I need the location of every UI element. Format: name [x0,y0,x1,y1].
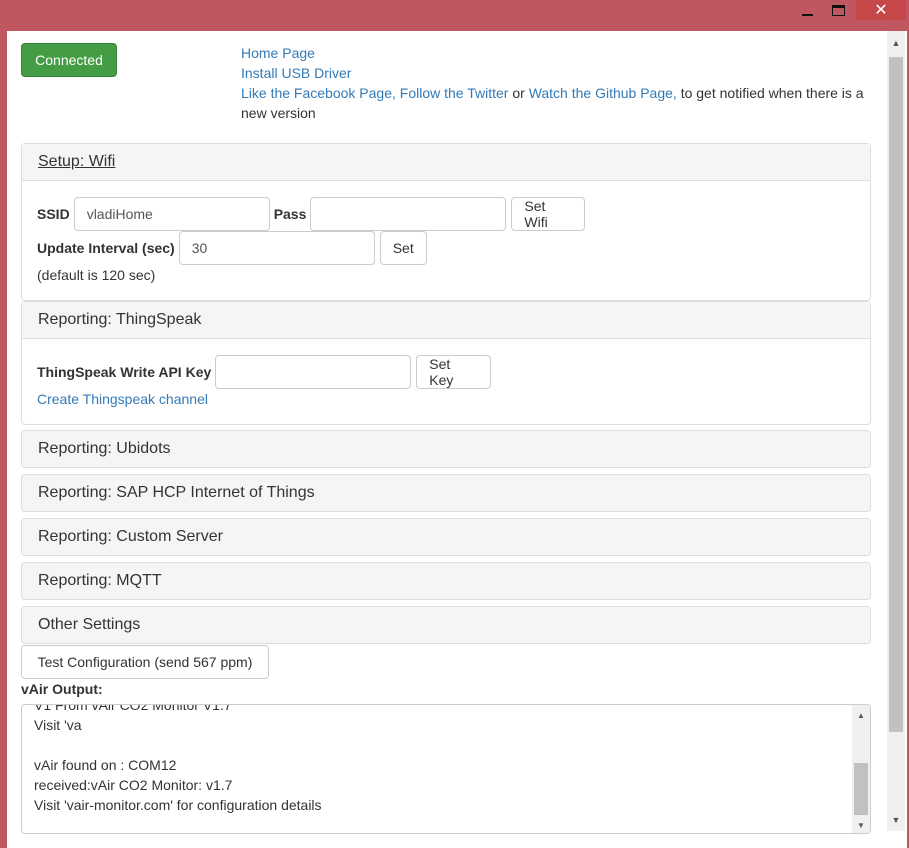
pass-label: Pass [273,206,307,222]
page-scroll-up-icon[interactable]: ▲ [887,35,905,51]
other-settings-panel-header[interactable]: Other Settings [22,607,870,643]
ssid-label: SSID [37,206,70,222]
output-textarea[interactable]: V1 From vAir CO2 Monitor V1.7 Visit 'va … [21,704,871,834]
test-configuration-button[interactable]: Test Configuration (send 567 ppm) [21,645,269,679]
output-label: vAir Output: [21,681,103,697]
set-key-button[interactable]: Set Key [416,355,492,389]
ubidots-panel[interactable]: Reporting: Ubidots [21,430,871,468]
minimize-button[interactable] [792,0,822,20]
thingspeak-api-key-label: ThingSpeak Write API Key [37,364,212,380]
update-interval-input[interactable] [178,231,375,265]
thingspeak-panel-title: Reporting: ThingSpeak [38,311,202,328]
output-scroll-down-icon[interactable]: ▼ [852,817,870,833]
custom-server-panel[interactable]: Reporting: Custom Server [21,518,871,556]
page-scroll-down-icon[interactable]: ▼ [887,812,905,828]
custom-server-panel-title: Reporting: Custom Server [38,528,223,545]
page-scrollbar[interactable]: ▲ ▼ [887,31,905,831]
wifi-panel: Setup: Wifi SSID Pass Set Wifi Update In… [21,143,871,301]
mqtt-panel[interactable]: Reporting: MQTT [21,562,871,600]
update-interval-label: Update Interval (sec) [37,240,175,256]
pass-input[interactable] [310,197,507,231]
thingspeak-api-key-input[interactable] [215,355,412,389]
create-thingspeak-channel-link[interactable]: Create Thingspeak channel [37,391,208,407]
mqtt-panel-header[interactable]: Reporting: MQTT [22,563,870,599]
thingspeak-panel: Reporting: ThingSpeak ThingSpeak Write A… [21,301,871,425]
ubidots-panel-title: Reporting: Ubidots [38,440,171,457]
page-scroll-thumb[interactable] [889,57,903,732]
facebook-link[interactable]: Like the Facebook Page, [241,85,396,101]
wifi-panel-header[interactable]: Setup: Wifi [22,144,870,181]
app-client-area: Connected Home Page Install USB Driver L… [7,31,907,848]
set-interval-button[interactable]: Set [379,231,427,265]
minimize-icon [801,13,813,16]
output-scrollbar[interactable]: ▲ ▼ [852,705,870,833]
maximize-icon [831,4,845,16]
set-wifi-button[interactable]: Set Wifi [511,197,586,231]
close-button[interactable]: ✕ [856,0,906,20]
output-scroll-thumb[interactable] [854,763,868,815]
output-scroll-up-icon[interactable]: ▲ [852,707,870,723]
output-text: V1 From vAir CO2 Monitor V1.7 Visit 'va … [34,704,322,813]
or-text: or [508,85,529,101]
connected-status-button[interactable]: Connected [21,43,117,77]
other-settings-panel[interactable]: Other Settings [21,606,871,644]
maximize-button[interactable] [823,0,853,20]
wifi-panel-title: Setup: Wifi [38,153,116,170]
github-link[interactable]: Watch the Github Page, [529,85,677,101]
close-icon: ✕ [874,2,888,19]
sap-hcp-panel-title: Reporting: SAP HCP Internet of Things [38,484,315,501]
ssid-input[interactable] [73,197,270,231]
mqtt-panel-title: Reporting: MQTT [38,572,162,589]
ubidots-panel-header[interactable]: Reporting: Ubidots [22,431,870,467]
sap-hcp-panel-header[interactable]: Reporting: SAP HCP Internet of Things [22,475,870,511]
install-usb-driver-link[interactable]: Install USB Driver [241,65,351,81]
home-page-link[interactable]: Home Page [241,45,315,61]
custom-server-panel-header[interactable]: Reporting: Custom Server [22,519,870,555]
sap-hcp-panel[interactable]: Reporting: SAP HCP Internet of Things [21,474,871,512]
interval-hint: (default is 120 sec) [37,267,156,283]
twitter-link[interactable]: Follow the Twitter [400,85,509,101]
thingspeak-panel-header[interactable]: Reporting: ThingSpeak [22,302,870,339]
info-links: Home Page Install USB Driver Like the Fa… [241,43,871,123]
other-settings-panel-title: Other Settings [38,616,141,633]
